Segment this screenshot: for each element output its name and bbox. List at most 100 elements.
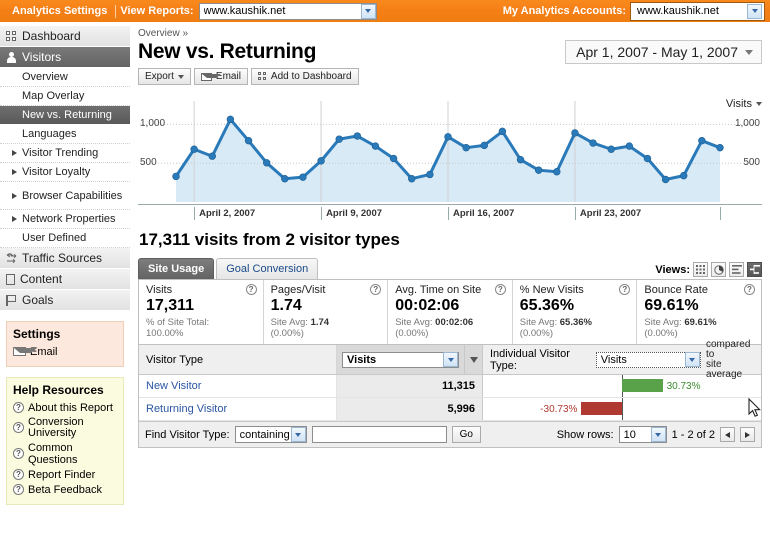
find-input[interactable] bbox=[311, 426, 447, 443]
metric-sub-extra: (0.00%) bbox=[644, 328, 678, 339]
sidebar-subitem-label: User Defined bbox=[22, 232, 87, 244]
help-icon[interactable]: ? bbox=[743, 284, 755, 295]
date-range-value: Apr 1, 2007 - May 1, 2007 bbox=[576, 44, 738, 60]
sidebar-item-goals[interactable]: Goals bbox=[0, 290, 130, 311]
question-mark-icon: ? bbox=[13, 422, 24, 433]
previous-page-button[interactable] bbox=[720, 427, 735, 442]
x-axis-tick-label: April 9, 2007 bbox=[321, 207, 382, 220]
help-icon[interactable]: ? bbox=[370, 284, 382, 295]
individual-visitor-type-controls: Individual Visitor Type: Visits compared… bbox=[483, 339, 761, 379]
view-reports-label: View Reports: bbox=[120, 5, 194, 17]
views-switcher: Views: bbox=[655, 262, 762, 279]
sidebar-item-traffic-sources[interactable]: Traffic Sources bbox=[0, 248, 130, 269]
dashboard-icon bbox=[6, 30, 17, 42]
metric-visits: Visits ? 17,311 % of Site Total: 100.00% bbox=[139, 280, 263, 344]
help-item-common-questions[interactable]: ? Common Questions bbox=[13, 440, 117, 467]
help-icon[interactable]: ? bbox=[245, 284, 257, 295]
help-icon[interactable]: ? bbox=[619, 284, 631, 295]
chevron-down-icon bbox=[745, 49, 753, 55]
envelope-icon bbox=[200, 72, 221, 81]
analytics-settings-link[interactable]: Analytics Settings bbox=[6, 5, 113, 17]
chart-x-axis: April 2, 2007 April 9, 2007 April 16, 2007… bbox=[138, 204, 762, 220]
show-rows-select[interactable]: 10 bbox=[618, 426, 667, 443]
help-item-about-this-report[interactable]: ? About this Report bbox=[13, 400, 117, 415]
show-rows-label: Show rows: bbox=[556, 428, 614, 441]
page-body: Dashboard Visitors Overview Map Overlay … bbox=[0, 22, 770, 537]
comparison-view-icon[interactable] bbox=[747, 262, 762, 277]
sidebar-item-visitor-trending[interactable]: Visitor Trending bbox=[0, 144, 130, 163]
table-view-icon[interactable] bbox=[693, 262, 708, 277]
pie-view-icon[interactable] bbox=[711, 262, 726, 277]
visitor-type-link[interactable]: Returning Visitor bbox=[146, 403, 227, 415]
row-comparison-bar: 30.73% bbox=[483, 375, 761, 397]
metric-sub-value: 100.00% bbox=[146, 328, 184, 339]
table-row[interactable]: New Visitor 11,315 30.73% bbox=[139, 375, 761, 398]
sidebar-item-user-defined[interactable]: User Defined bbox=[0, 229, 130, 248]
visits-chart: Visits 1,000 500 1,000 500 April 2, 2007… bbox=[138, 98, 762, 220]
sidebar-item-label: Visitors bbox=[22, 50, 62, 64]
table-header: Visitor Type Visits Individual Visitor T… bbox=[139, 339, 761, 379]
breadcrumb[interactable]: Overview » bbox=[138, 28, 762, 39]
sidebar-item-visitors[interactable]: Visitors bbox=[0, 47, 130, 68]
column-metric-select-cell: Visits bbox=[337, 345, 465, 374]
question-mark-icon: ? bbox=[13, 484, 24, 495]
row-dimension-cell: Returning Visitor bbox=[139, 398, 337, 420]
sidebar-item-new-vs-returning[interactable]: New vs. Returning bbox=[0, 106, 130, 125]
settings-item-email[interactable]: Email bbox=[13, 344, 117, 359]
help-item-conversion-university[interactable]: ? Conversion University bbox=[13, 415, 117, 440]
help-item-label: About this Report bbox=[28, 401, 113, 414]
sidebar-item-network-properties[interactable]: Network Properties bbox=[0, 210, 130, 229]
go-button[interactable]: Go bbox=[451, 426, 481, 443]
help-item-label: Common Questions bbox=[28, 441, 78, 466]
envelope-icon bbox=[13, 347, 37, 356]
sidebar-subitem-label: Languages bbox=[22, 128, 77, 140]
metric-header: Pages/Visit ? bbox=[271, 284, 382, 296]
sidebar-item-dashboard[interactable]: Dashboard bbox=[0, 26, 130, 47]
help-item-beta-feedback[interactable]: ? Beta Feedback bbox=[13, 482, 117, 497]
visitor-type-link[interactable]: New Visitor bbox=[146, 380, 201, 392]
expand-triangle-icon bbox=[12, 150, 17, 156]
sidebar-item-languages[interactable]: Languages bbox=[0, 125, 130, 144]
date-range-picker[interactable]: Apr 1, 2007 - May 1, 2007 bbox=[565, 40, 762, 64]
my-accounts-select[interactable]: www.kaushik.net bbox=[630, 1, 765, 21]
next-page-button[interactable] bbox=[740, 427, 755, 442]
comparison-bar-positive bbox=[622, 379, 663, 392]
export-button[interactable]: Export bbox=[138, 68, 191, 85]
sidebar-item-browser-capabilities[interactable]: Browser Capabilities bbox=[0, 182, 130, 210]
sidebar-item-content[interactable]: Content bbox=[0, 269, 130, 290]
row-value-cell: 11,315 bbox=[337, 375, 483, 397]
metric-value: 00:02:06 bbox=[395, 297, 460, 314]
action-button-row: Export Email Add to Dashboard bbox=[138, 68, 762, 85]
metric-sub-label: Site Avg: bbox=[519, 317, 558, 328]
sort-direction-indicator[interactable] bbox=[465, 345, 483, 374]
view-reports-select[interactable]: www.kaushik.net bbox=[198, 2, 377, 20]
title-row: New vs. Returning Apr 1, 2007 - May 1, 2… bbox=[138, 40, 762, 64]
help-item-report-finder[interactable]: ? Report Finder bbox=[13, 467, 117, 482]
sidebar-item-visitor-loyalty[interactable]: Visitor Loyalty bbox=[0, 163, 130, 182]
my-accounts-label: My Analytics Accounts: bbox=[502, 5, 626, 17]
individual-metric-select[interactable]: Visits bbox=[595, 351, 701, 368]
x-axis-tick-label: April 16, 2007 bbox=[448, 207, 514, 220]
table-row[interactable]: Returning Visitor 5,996 -30.73% bbox=[139, 398, 761, 421]
expand-triangle-icon bbox=[12, 216, 17, 222]
content-icon bbox=[6, 273, 15, 285]
table-footer: Find Visitor Type: containing Go Show ro… bbox=[139, 421, 761, 447]
email-button[interactable]: Email bbox=[193, 68, 248, 85]
find-operator-select[interactable]: containing bbox=[234, 426, 307, 443]
add-to-dashboard-button[interactable]: Add to Dashboard bbox=[250, 68, 359, 85]
metric-sub-value: 00:02:06 bbox=[435, 317, 474, 328]
individual-visitor-type-label: Individual Visitor Type: bbox=[490, 347, 570, 372]
metric-sub-label: Site Avg: bbox=[395, 317, 433, 328]
help-icon[interactable]: ? bbox=[494, 284, 506, 295]
sidebar-item-label: Content bbox=[20, 272, 63, 286]
tab-goal-conversion[interactable]: Goal Conversion bbox=[216, 258, 319, 279]
chevron-down-icon bbox=[360, 3, 376, 19]
sidebar-item-overview[interactable]: Overview bbox=[0, 68, 130, 87]
bar-view-icon[interactable] bbox=[729, 262, 744, 277]
column-header-visitor-type[interactable]: Visitor Type bbox=[139, 345, 337, 374]
sidebar-item-map-overlay[interactable]: Map Overlay bbox=[0, 87, 130, 106]
summary-heading: 17,311 visits from 2 visitor types bbox=[139, 230, 400, 249]
tab-site-usage[interactable]: Site Usage bbox=[138, 258, 215, 279]
metric-select[interactable]: Visits bbox=[342, 351, 459, 368]
metric-sub: Site Avg: 65.36% (0.00%) bbox=[520, 317, 631, 339]
